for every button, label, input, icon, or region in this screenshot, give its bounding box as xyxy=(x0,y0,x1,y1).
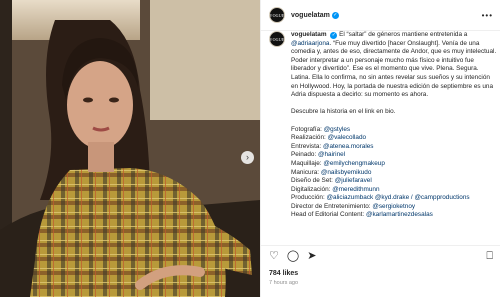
credit-label: Maquillaje: xyxy=(291,159,324,167)
credit-handle[interactable]: @meredithmunn xyxy=(332,186,379,193)
credit-label: Realización: xyxy=(291,134,328,142)
post-header: VOGUE voguelatam ✓ ••• xyxy=(261,0,500,31)
bookmark-icon[interactable]: ⎕ xyxy=(486,250,493,262)
avatar[interactable]: VOGUE xyxy=(269,7,285,23)
credit-line: Maquillaje: @emilychengmakeup xyxy=(291,160,497,169)
credit-line: Digitalización: @meredithmunn xyxy=(291,186,497,195)
credit-handle[interactable]: @emilychengmakeup xyxy=(323,160,385,167)
credit-label: Diseño de Set: xyxy=(291,177,335,185)
share-icon[interactable]: ➤ xyxy=(307,250,316,262)
chevron-right-icon: › xyxy=(246,152,249,162)
credit-line: Director de Entretenimiento: @sergioketn… xyxy=(291,203,497,212)
header-username[interactable]: voguelatam xyxy=(291,12,330,19)
post-photo[interactable]: › xyxy=(0,0,260,297)
credit-label: Peinado: xyxy=(291,151,319,159)
credit-label: Director de Entretenimiento: xyxy=(291,202,373,210)
credit-line: Head of Editorial Content: @karlamartine… xyxy=(291,211,497,220)
verified-badge-icon: ✓ xyxy=(331,11,339,19)
credit-label: Digitalización: xyxy=(291,185,333,193)
credit-handle[interactable]: @sergioketnoy xyxy=(372,203,415,210)
credit-handle[interactable]: @valecollado xyxy=(328,134,366,141)
post-timestamp[interactable]: 7 hours ago xyxy=(269,280,298,286)
credit-label: Entrevista: xyxy=(291,142,323,150)
likes-count[interactable]: 784 likes xyxy=(269,270,298,277)
caption-intro-mention[interactable]: @adriaarjona xyxy=(291,40,329,47)
credit-line: Diseño de Set: @juliefaravel xyxy=(291,177,497,186)
credit-handle[interactable]: @hairinel xyxy=(318,151,345,158)
caption-intro: El “saltar” de géneros mantiene entreten… xyxy=(339,31,468,38)
credit-handle[interactable]: @gstyles xyxy=(324,126,350,133)
caption-avatar[interactable]: VOGUE xyxy=(269,31,285,47)
caption-body: voguelatam ✓ El “saltar” de géneros mant… xyxy=(291,31,497,242)
heart-icon[interactable]: ♡ xyxy=(269,250,279,262)
caption-cta: Descubre la historia en el link en bio. xyxy=(291,108,396,116)
caption: VOGUE voguelatam ✓ El “saltar” de género… xyxy=(269,31,497,242)
credit-handle[interactable]: @aliciazumback @kyd.drake / @campproduct… xyxy=(327,194,470,201)
caption-verified-icon: ✓ xyxy=(330,31,338,39)
credit-line: Fotografía: @gstyles xyxy=(291,126,497,135)
comment-icon[interactable]: ◯ xyxy=(287,250,299,262)
credit-line: Entrevista: @atenea.morales xyxy=(291,143,497,152)
credit-handle[interactable]: @karlamartinezdesalas xyxy=(366,211,433,218)
credit-line: Manicura: @nailsbyemikudo xyxy=(291,169,497,178)
action-bar: ♡ ◯ ➤ ⎕ xyxy=(261,245,500,266)
next-photo-button[interactable]: › xyxy=(241,151,254,164)
credit-label: Producción: xyxy=(291,194,327,202)
credit-line: Peinado: @hairinel xyxy=(291,151,497,160)
credit-handle[interactable]: @atenea.morales xyxy=(323,143,374,150)
caption-intro-rest: . “Fue muy divertido [hacer Onslaught]. … xyxy=(291,39,497,99)
credits-list: Fotografía: @gstyles Realización: @valec… xyxy=(291,126,497,221)
post-side-panel: VOGUE voguelatam ✓ ••• VOGUE voguelatam … xyxy=(260,0,500,297)
credit-handle[interactable]: @nailsbyemikudo xyxy=(321,169,372,176)
credit-label: Head of Editorial Content: xyxy=(291,211,366,219)
credit-line: Realización: @valecollado xyxy=(291,134,497,143)
caption-avatar-logo-text: VOGUE xyxy=(269,36,285,42)
credit-label: Fotografía: xyxy=(291,125,324,133)
avatar-logo-text: VOGUE xyxy=(269,12,285,18)
photo-illustration xyxy=(0,0,260,297)
credit-handle[interactable]: @juliefaravel xyxy=(335,177,372,184)
more-options-icon[interactable]: ••• xyxy=(482,11,493,20)
credit-line: Producción: @aliciazumback @kyd.drake / … xyxy=(291,194,497,203)
caption-username[interactable]: voguelatam xyxy=(291,31,327,38)
credit-label: Manicura: xyxy=(291,168,321,176)
